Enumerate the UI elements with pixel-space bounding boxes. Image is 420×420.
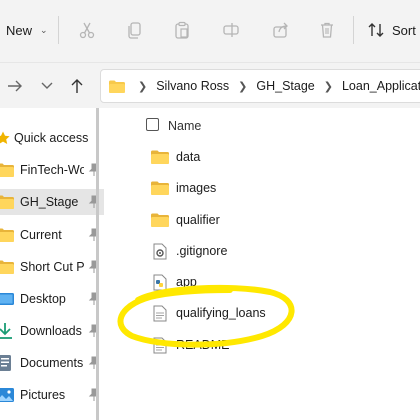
column-header-name[interactable]: Name — [144, 116, 201, 136]
sidebar-item-pictures[interactable]: Pictures — [0, 382, 104, 408]
rename-icon[interactable] — [220, 19, 242, 41]
toolbar-divider — [58, 16, 59, 44]
copy-icon[interactable] — [124, 19, 146, 41]
file-name: data — [176, 150, 201, 164]
paste-icon[interactable] — [171, 19, 193, 41]
sidebar-item-short-cut[interactable]: Short Cut Pi — [0, 254, 104, 280]
folder-icon — [0, 162, 14, 178]
file-row-readme[interactable]: README — [150, 332, 229, 358]
breadcrumb-separator-icon: ❯ — [323, 80, 333, 93]
documents-icon — [0, 355, 14, 371]
pictures-icon — [0, 387, 14, 403]
share-icon[interactable] — [270, 19, 292, 41]
cut-icon[interactable] — [76, 19, 98, 41]
chevron-down-icon: ⌄ — [40, 24, 48, 35]
breadcrumb-item[interactable]: Loan_Application — [342, 79, 420, 93]
sidebar-item-downloads[interactable]: Downloads — [0, 318, 104, 344]
new-button[interactable]: New ⌄ — [0, 14, 48, 46]
column-header-label: Name — [168, 119, 202, 133]
file-row-data[interactable]: data — [150, 144, 200, 170]
sidebar-item-current[interactable]: Current — [0, 222, 104, 248]
file-row-app[interactable]: app — [150, 269, 197, 295]
file-row-gitignore[interactable]: .gitignore — [150, 238, 227, 264]
delete-icon[interactable] — [316, 19, 338, 41]
address-bar[interactable]: ❯ Silvano Ross ❯ GH_Stage ❯ Loan_Applica… — [100, 69, 420, 103]
file-name: app — [176, 275, 197, 289]
sidebar-item-label: GH_Stage — [20, 195, 79, 209]
breadcrumb-item[interactable]: GH_Stage — [256, 79, 314, 93]
sidebar-item-label: Desktop — [20, 292, 66, 306]
text-file-icon — [150, 304, 170, 322]
folder-icon — [150, 148, 170, 166]
sort-icon — [368, 23, 384, 37]
quick-access-header[interactable]: Quick access — [0, 128, 88, 148]
sort-button[interactable]: Sort — [368, 14, 416, 46]
config-file-icon — [150, 242, 170, 260]
breadcrumb-separator-icon: ❯ — [138, 80, 148, 93]
sidebar-item-label: FinTech-Wo — [20, 163, 84, 177]
star-icon — [0, 131, 10, 145]
folder-icon — [150, 211, 170, 229]
file-name: qualifying_loans — [176, 306, 266, 320]
folder-icon — [0, 259, 14, 275]
file-row-qualifier[interactable]: qualifier — [150, 207, 220, 233]
navigation-bar: ❯ Silvano Ross ❯ GH_Stage ❯ Loan_Applica… — [0, 62, 420, 108]
file-list: Name data images qualifier .gitignore ap… — [110, 108, 420, 420]
download-icon — [0, 323, 14, 339]
file-name: README — [176, 338, 230, 352]
python-file-icon — [150, 273, 170, 291]
file-name: qualifier — [176, 213, 220, 227]
sidebar-item-fintech[interactable]: FinTech-Wo — [0, 157, 104, 183]
sidebar-item-gh-stage[interactable]: GH_Stage — [0, 189, 104, 215]
sort-label: Sort — [392, 22, 416, 38]
folder-icon — [0, 227, 14, 243]
sidebar-scrollbar[interactable] — [96, 108, 99, 420]
toolbar-divider — [353, 16, 354, 44]
breadcrumb-item[interactable]: Silvano Ross — [156, 79, 229, 93]
breadcrumb-separator-icon: ❯ — [238, 80, 248, 93]
sidebar-item-documents[interactable]: Documents — [0, 350, 104, 376]
navigation-pane: Quick access FinTech-Wo GH_Stage Current… — [0, 108, 104, 420]
sidebar-item-label: Short Cut Pi — [20, 260, 84, 274]
file-name: .gitignore — [176, 244, 228, 258]
up-arrow-icon[interactable] — [66, 75, 88, 97]
sidebar-item-label: Pictures — [20, 388, 66, 402]
forward-arrow-icon[interactable] — [4, 75, 26, 97]
folder-icon — [150, 179, 170, 197]
new-label: New — [6, 22, 33, 38]
sidebar-item-label: Downloads — [20, 324, 82, 338]
file-row-qualifying-loans[interactable]: qualifying_loans — [150, 300, 266, 326]
command-bar: New ⌄ Sort — [0, 0, 420, 62]
desktop-icon — [0, 291, 14, 307]
text-file-icon — [150, 336, 170, 354]
folder-icon — [109, 80, 125, 93]
file-row-images[interactable]: images — [150, 175, 216, 201]
sidebar-item-desktop[interactable]: Desktop — [0, 286, 104, 312]
file-name: images — [176, 181, 217, 195]
recent-locations-chevron-icon[interactable] — [36, 75, 58, 97]
folder-icon — [0, 194, 14, 210]
sidebar-item-label: Documents — [20, 356, 84, 370]
sidebar-item-label: Current — [20, 228, 62, 242]
quick-access-label: Quick access — [14, 131, 89, 145]
